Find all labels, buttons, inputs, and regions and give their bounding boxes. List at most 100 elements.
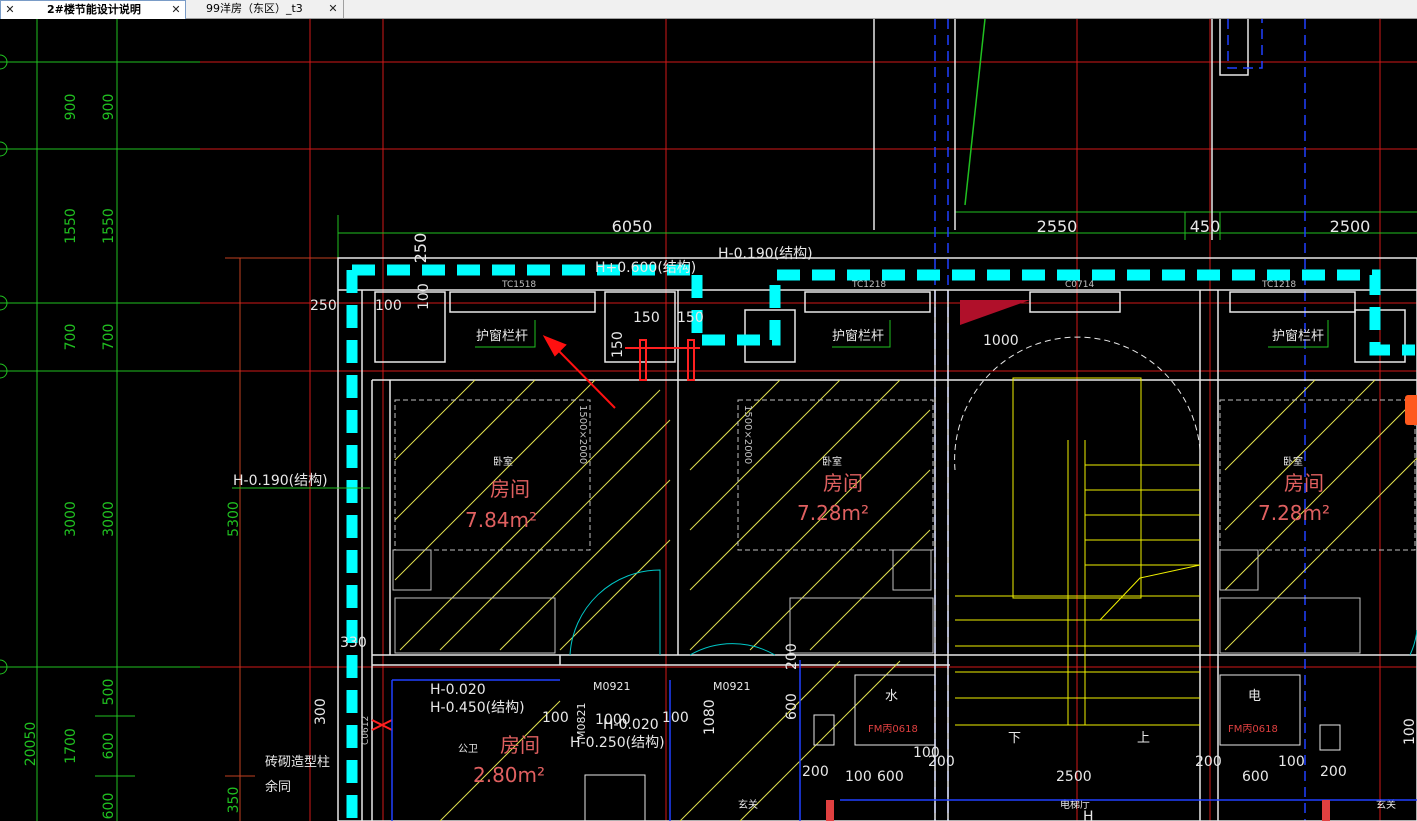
bedroom-tag: 卧室 [822,455,842,468]
left-dimension-lines [0,19,200,821]
shaft-label: 水 [885,689,898,704]
bedroom-tags: 卧室 卧室 卧室 [493,455,1303,468]
stair-label: 上 [1137,731,1150,746]
room-area: 7.28m² [1258,501,1330,525]
dim-inner: 900 [101,94,117,121]
app-logo-icon [1405,395,1417,425]
door-tag: M0921 [593,680,631,693]
dim-text: 600 [784,693,800,720]
third-dimension-line [225,257,340,821]
dim-350: 350 [226,787,242,814]
dim-text: 330 [340,635,367,651]
guard-rail-labels: 护窗栏杆 护窗栏杆 护窗栏杆 [476,328,1324,344]
window-marker [960,300,1030,325]
dim-text: 2500 [1056,769,1092,785]
furniture-beds [394,399,1416,551]
dim-outer: 3000 [63,501,79,537]
dim-text: 150 [633,310,660,326]
dim-text: 100 [416,283,432,310]
level-label: H-0.450(结构) [430,700,525,716]
dim-inner: 500 [101,679,117,706]
dim-text: 150 [610,331,626,358]
dim-text: 100 [662,710,689,726]
bed-size: 1500×2000 [742,405,753,464]
room-name: 房间 [490,477,530,501]
guard-rail-label: 护窗栏杆 [832,328,884,344]
fire-door-tags: FM丙0618 FM丙0618 [868,724,1278,735]
dim-text: 200 [802,764,829,780]
dim-text: 200 [928,754,955,770]
dim-inner: 600 [101,793,117,820]
window-tag: TC1218 [1261,280,1296,290]
guard-rail-label: 护窗栏杆 [476,328,528,344]
shaft-boxes [584,674,1341,821]
window-tag: C0612 [361,716,371,745]
dim-text: 600 [877,769,904,785]
door-tag: M0821 [575,703,588,741]
h-mark: H [1083,809,1094,821]
floor-plan-drawing: 900 1550 700 3000 1700 20050 900 1550 70… [0,19,1417,821]
dim-outer: 1550 [63,208,79,244]
top-dimension-texts: 6050 2550 450 2500 250 [411,217,1370,263]
guard-rail-label: 护窗栏杆 [1272,328,1324,344]
room-area: 7.28m² [797,501,869,525]
dim-450: 450 [1190,217,1221,236]
room-name: 房间 [500,733,540,757]
furniture-wardrobes [392,549,1361,654]
dim-text: 600 [1242,769,1269,785]
window-tag: TC1218 [851,280,886,290]
shaft-label: 电 [1248,689,1261,704]
dim-inner: 3000 [101,501,117,537]
close-icon[interactable]: ✕ [326,0,340,18]
dim-text: 1000 [595,712,631,728]
surplus-label: 余同 [265,779,291,795]
dim-text: 200 [1195,754,1222,770]
dim-text: 150 [677,310,704,326]
door-tag: M0921 [713,680,751,693]
level-label: H-0.190(结构) [233,473,328,489]
dim-text: 1080 [702,699,718,735]
tab-east-district[interactable]: 99洋房（东区）_t3 ✕ [186,0,344,19]
dim-text: 100 [1278,754,1305,770]
stair-label: 下 [1008,731,1021,746]
dim-inner: 700 [101,324,117,351]
room-name: 房间 [823,471,863,495]
dim-text: 100 [1402,718,1417,745]
cad-drawing-canvas[interactable]: 900 1550 700 3000 1700 20050 900 1550 70… [0,19,1417,821]
bed-size-labels: 1500×2000 1500×2000 [577,405,753,464]
level-label: H-0.020 [430,682,486,698]
dim-outer: 700 [63,324,79,351]
dim-inner: 600 [101,733,117,760]
room-name: 房间 [1284,471,1324,495]
bedroom-tag: 卧室 [493,455,513,468]
bedroom-tag: 卧室 [1283,455,1303,468]
dim-text: 300 [313,698,329,725]
entry-label: 玄关 [738,798,758,811]
dim-outer: 1700 [63,728,79,764]
dim-2500: 2500 [1330,217,1371,236]
room-area: 7.84m² [465,508,537,532]
room-area: 2.80m² [473,763,545,787]
dim-text: 200 [784,643,800,670]
upper-structure [873,19,1249,240]
fire-door-tag: FM丙0618 [1228,724,1278,735]
dim-2550: 2550 [1037,217,1078,236]
close-icon[interactable]: ✕ [3,1,17,19]
close-icon[interactable]: ✕ [169,1,183,19]
level-label: H+0.600(结构) [595,260,696,276]
dim-text: 250 [310,298,337,314]
dim-text: 100 [375,298,402,314]
tab-label: 99洋房（东区）_t3 [206,2,303,15]
dim-inner: 1550 [101,208,117,244]
window-tag: TC1518 [501,280,536,290]
dim-text: 100 [542,710,569,726]
bath-label: 公卫 [458,744,478,755]
lower-blue-lines [391,660,1417,821]
dim-outer: 900 [63,94,79,121]
dim-text: 200 [1320,764,1347,780]
dim-outer: 20050 [23,722,39,767]
tab-label: 2#楼节能设计说明 [47,3,141,16]
dim-text: 100 [845,769,872,785]
level-label: H-0.190(结构) [718,246,813,262]
tab-energy-design-notes[interactable]: ✕ 2#楼节能设计说明 ✕ [0,0,186,19]
